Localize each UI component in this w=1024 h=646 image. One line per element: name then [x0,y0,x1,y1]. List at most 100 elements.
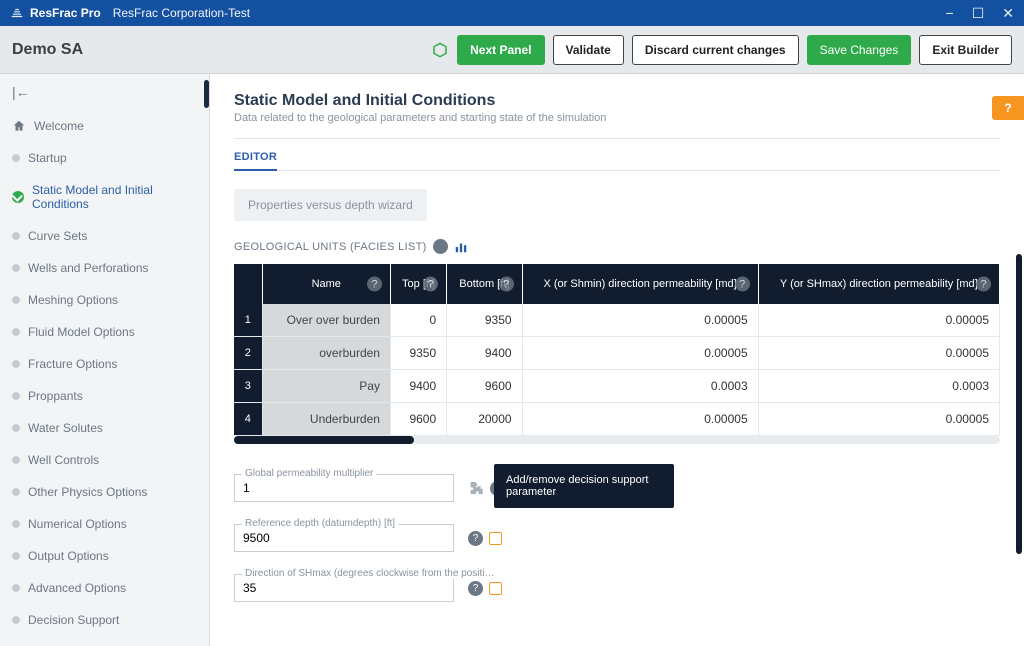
page-title: Static Model and Initial Conditions [234,92,1000,110]
status-dot-icon [12,424,20,432]
cell-xperm[interactable]: 0.00005 [522,403,758,436]
sidebar-item-fracture-options[interactable]: Fracture Options [0,348,209,380]
sidebar-item-label: Meshing Options [28,293,118,307]
cell-name[interactable]: overburden [262,337,390,370]
cell-top[interactable]: 9600 [390,403,446,436]
column-help-icon[interactable]: ? [367,277,382,292]
sidebar-item-welcome[interactable]: Welcome [0,110,209,142]
toolbar: Demo SA Next Panel Validate Discard curr… [0,26,1024,74]
status-dot-icon [12,154,20,162]
status-dot-icon [12,191,24,203]
sidebar-item-meshing-options[interactable]: Meshing Options [0,284,209,316]
cell-xperm[interactable]: 0.0003 [522,370,758,403]
status-dot-icon [12,456,20,464]
sidebar-item-water-solutes[interactable]: Water Solutes [0,412,209,444]
next-panel-button[interactable]: Next Panel [457,35,544,65]
sidebar-item-label: Wells and Perforations [28,261,149,275]
cell-name[interactable]: Underburden [262,403,390,436]
editor-tab[interactable]: EDITOR [234,151,277,171]
window-minimize-icon[interactable]: − [946,5,954,22]
cell-name[interactable]: Pay [262,370,390,403]
cell-top[interactable]: 9400 [390,370,446,403]
tooltip: Add/remove decision support parameter [494,464,674,508]
home-icon [12,119,26,133]
table-horizontal-scrollbar[interactable] [234,436,1000,444]
main-scrollbar[interactable] [1016,254,1022,554]
cell-yperm[interactable]: 0.00005 [758,337,999,370]
cell-name[interactable]: Over over burden [262,304,390,337]
table-row[interactable]: 4Underburden9600200000.000050.00005 [234,403,1000,436]
cell-yperm[interactable]: 0.0003 [758,370,999,403]
cell-top[interactable]: 9350 [390,337,446,370]
status-dot-icon [12,328,20,336]
field-help-icon[interactable]: ? [468,531,483,546]
sidebar-item-label: Fracture Options [28,357,117,371]
main-panel: ? Static Model and Initial Conditions Da… [210,74,1024,646]
column-header: Bottom [ft]? [447,264,522,304]
cell-top[interactable]: 0 [390,304,446,337]
sidebar-item-label: Curve Sets [28,229,87,243]
column-header: X (or Shmin) direction permeability [md]… [522,264,758,304]
field-help-icon[interactable]: ? [468,581,483,596]
sidebar-item-curve-sets[interactable]: Curve Sets [0,220,209,252]
window-close-icon[interactable]: ✕ [1002,5,1014,22]
exit-builder-button[interactable]: Exit Builder [919,35,1012,65]
sidebar-collapse-icon[interactable]: |← [0,74,209,110]
sidebar-item-label: Proppants [28,389,83,403]
column-header: Name? [262,264,390,304]
sidebar-item-proppants[interactable]: Proppants [0,380,209,412]
cell-xperm[interactable]: 0.00005 [522,304,758,337]
sidebar-item-label: Welcome [34,119,84,133]
table-row[interactable]: 2overburden935094000.000050.00005 [234,337,1000,370]
cell-bottom[interactable]: 20000 [447,403,522,436]
status-dot-icon [12,264,20,272]
properties-wizard-button[interactable]: Properties versus depth wizard [234,189,427,221]
puzzle-icon[interactable] [468,480,484,496]
sidebar-item-label: Other Physics Options [28,485,147,499]
sidebar-item-decision-support[interactable]: Decision Support [0,604,209,636]
save-button[interactable]: Save Changes [807,35,912,65]
cube-icon[interactable] [431,41,449,59]
table-row[interactable]: 3Pay940096000.00030.0003 [234,370,1000,403]
direction-shmax-label: Direction of SHmax (degrees clockwise fr… [242,568,502,579]
cell-bottom[interactable]: 9600 [447,370,522,403]
row-index: 3 [234,370,262,403]
reference-depth-label: Reference depth (datumdepth) [ft] [242,518,398,529]
window-maximize-icon[interactable]: ☐ [972,5,985,22]
sidebar-item-advanced-options[interactable]: Advanced Options [0,572,209,604]
chart-icon[interactable] [454,240,468,254]
decision-support-checkbox[interactable] [489,582,502,595]
sidebar-item-numerical-options[interactable]: Numerical Options [0,508,209,540]
status-dot-icon [12,360,20,368]
discard-button[interactable]: Discard current changes [632,35,799,65]
sidebar-item-other-physics-options[interactable]: Other Physics Options [0,476,209,508]
sidebar-item-well-controls[interactable]: Well Controls [0,444,209,476]
help-button[interactable]: ? [992,96,1024,120]
sidebar-item-fluid-model-options[interactable]: Fluid Model Options [0,316,209,348]
sidebar-item-wells-and-perforations[interactable]: Wells and Perforations [0,252,209,284]
cell-yperm[interactable]: 0.00005 [758,403,999,436]
sidebar-item-label: Well Controls [28,453,99,467]
column-help-icon[interactable]: ? [976,277,991,292]
sidebar-item-label: Advanced Options [28,581,126,595]
sidebar-item-label: Fluid Model Options [28,325,135,339]
column-help-icon[interactable]: ? [499,277,514,292]
validate-button[interactable]: Validate [553,35,624,65]
decision-support-checkbox[interactable] [489,532,502,545]
cell-bottom[interactable]: 9350 [447,304,522,337]
sidebar-item-static-model-and-initial-conditions[interactable]: Static Model and Initial Conditions [0,174,209,220]
status-dot-icon [12,520,20,528]
sidebar-item-startup[interactable]: Startup [0,142,209,174]
table-help-icon[interactable]: ? [433,239,448,254]
table-row[interactable]: 1Over over burden093500.000050.00005 [234,304,1000,337]
column-help-icon[interactable]: ? [423,277,438,292]
status-dot-icon [12,552,20,560]
cell-bottom[interactable]: 9400 [447,337,522,370]
sidebar-item-label: Static Model and Initial Conditions [32,183,197,211]
status-dot-icon [12,296,20,304]
row-index: 2 [234,337,262,370]
sidebar-item-output-options[interactable]: Output Options [0,540,209,572]
cell-yperm[interactable]: 0.00005 [758,304,999,337]
cell-xperm[interactable]: 0.00005 [522,337,758,370]
column-help-icon[interactable]: ? [735,277,750,292]
